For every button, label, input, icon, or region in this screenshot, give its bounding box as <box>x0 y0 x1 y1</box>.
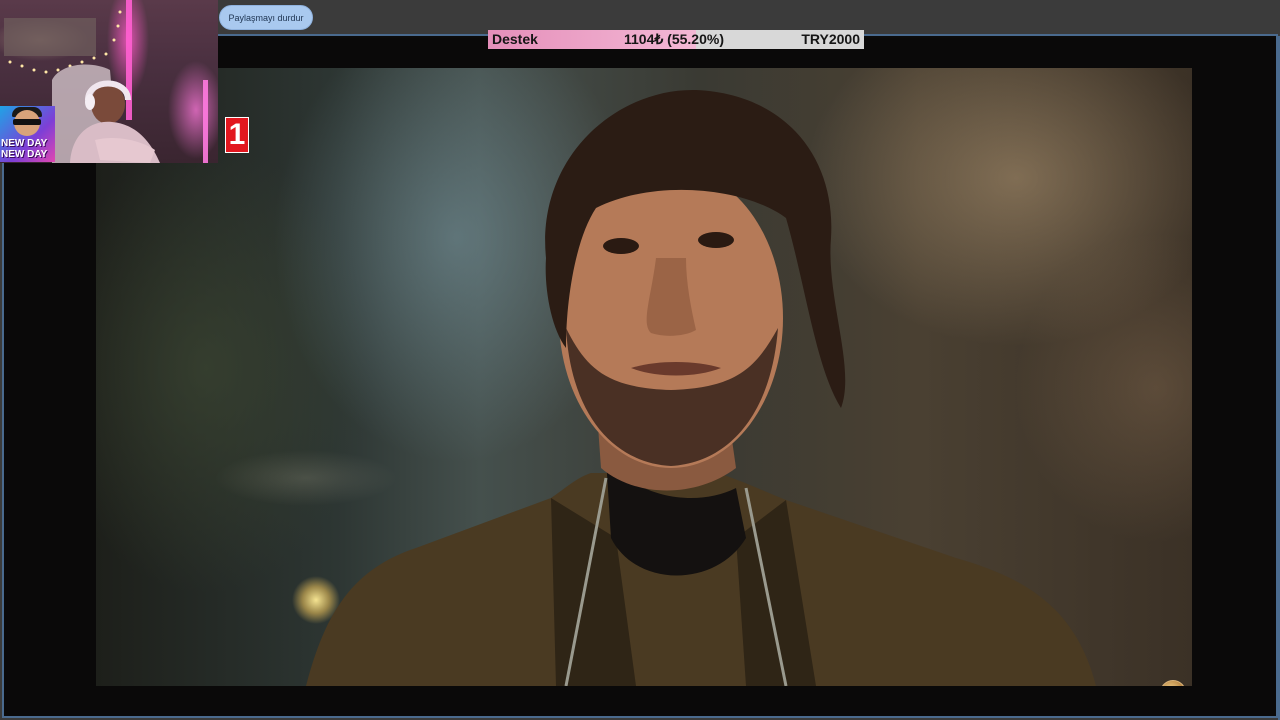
left-eye <box>603 238 639 254</box>
webcam-overlay: NEW DAY NEW DAY <box>0 0 218 163</box>
donation-amount: 1104₺ (55.20%) <box>624 31 724 47</box>
donation-label: Destek <box>492 31 538 47</box>
neon-strip <box>126 0 132 120</box>
channel-logo-badge: 1 <box>225 117 249 153</box>
neon-strip-right <box>203 80 208 163</box>
headphone-cup <box>85 94 95 110</box>
video-content-image <box>306 89 1096 686</box>
screen-share-window: Paylaşmayı durdur Destek 1104₺ (55.20%) … <box>0 0 1280 720</box>
streamer-head <box>91 84 125 124</box>
avatar-sticker: NEW DAY NEW DAY <box>0 106 55 162</box>
sticker-glasses-icon <box>13 119 41 125</box>
stop-sharing-button[interactable]: Paylaşmayı durdur <box>219 5 313 30</box>
donation-progress-bar: Destek 1104₺ (55.20%) TRY2000 <box>488 30 864 49</box>
donation-goal: TRY2000 <box>801 31 860 47</box>
sticker-text-line1: NEW DAY <box>1 138 48 149</box>
shelf <box>4 18 96 56</box>
sticker-text-line2: NEW DAY <box>1 149 48 160</box>
video-frame[interactable] <box>96 68 1192 686</box>
right-eye <box>698 232 734 248</box>
